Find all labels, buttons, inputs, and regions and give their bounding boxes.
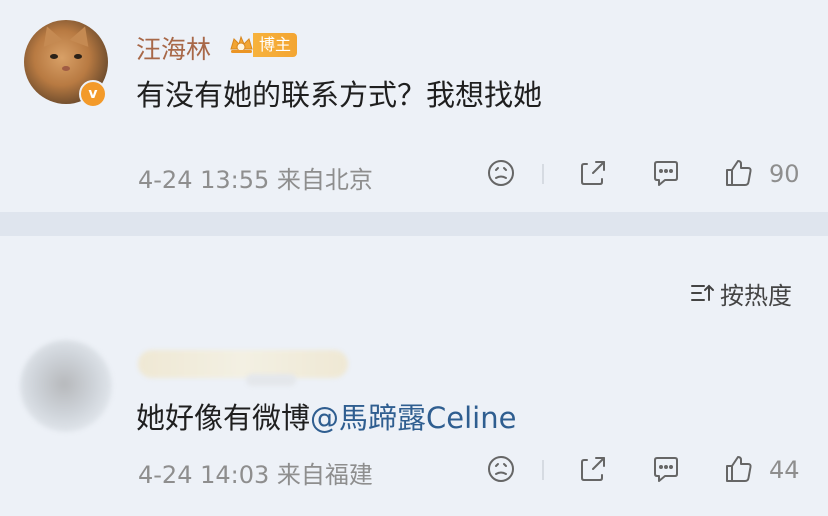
thumbs-up-icon[interactable] bbox=[722, 156, 756, 190]
share-icon[interactable] bbox=[576, 452, 610, 486]
sort-button[interactable]: 按热度 bbox=[688, 276, 792, 310]
author-badge: 博主 bbox=[227, 31, 298, 59]
crown-icon bbox=[227, 31, 255, 59]
like-count: 44 bbox=[769, 456, 800, 484]
username-detail bbox=[246, 374, 296, 386]
comment-text-content: 她好像有微博 bbox=[136, 401, 311, 435]
share-icon[interactable] bbox=[576, 156, 610, 190]
comment-text: 她好像有微博@馬蹄露Celine bbox=[136, 395, 516, 437]
avatar-eye-right bbox=[74, 54, 82, 59]
sort-icon bbox=[691, 284, 714, 301]
username[interactable] bbox=[138, 350, 348, 378]
emoji-reaction-icon[interactable] bbox=[484, 156, 518, 190]
comment-icon[interactable] bbox=[649, 452, 683, 486]
comment-divider bbox=[0, 212, 828, 236]
verified-badge-icon: v bbox=[79, 80, 107, 108]
emoji-reaction-icon[interactable] bbox=[484, 452, 518, 486]
mention-link[interactable]: @馬蹄露Celine bbox=[310, 401, 516, 435]
avatar-nose bbox=[62, 66, 70, 71]
comment-icon[interactable] bbox=[649, 156, 683, 190]
comment-actions: 90 bbox=[484, 156, 814, 192]
avatar[interactable] bbox=[20, 340, 112, 432]
thumbs-up-icon[interactable] bbox=[722, 452, 756, 486]
sort-label: 按热度 bbox=[720, 281, 792, 310]
comment-meta: 4-24 13:55 来自北京 bbox=[138, 166, 373, 194]
action-separator bbox=[542, 164, 544, 184]
username[interactable]: 汪海林 bbox=[136, 30, 211, 66]
action-separator bbox=[542, 460, 544, 480]
comment-text: 有没有她的联系方式？我想找她 bbox=[136, 78, 543, 112]
author-badge-label: 博主 bbox=[253, 33, 298, 57]
comment-actions: 44 bbox=[484, 452, 814, 488]
comment-meta: 4-24 14:03 来自福建 bbox=[138, 461, 373, 489]
like-count: 90 bbox=[769, 160, 800, 188]
avatar-eye-left bbox=[50, 54, 58, 59]
avatar-ear-left bbox=[37, 23, 63, 47]
